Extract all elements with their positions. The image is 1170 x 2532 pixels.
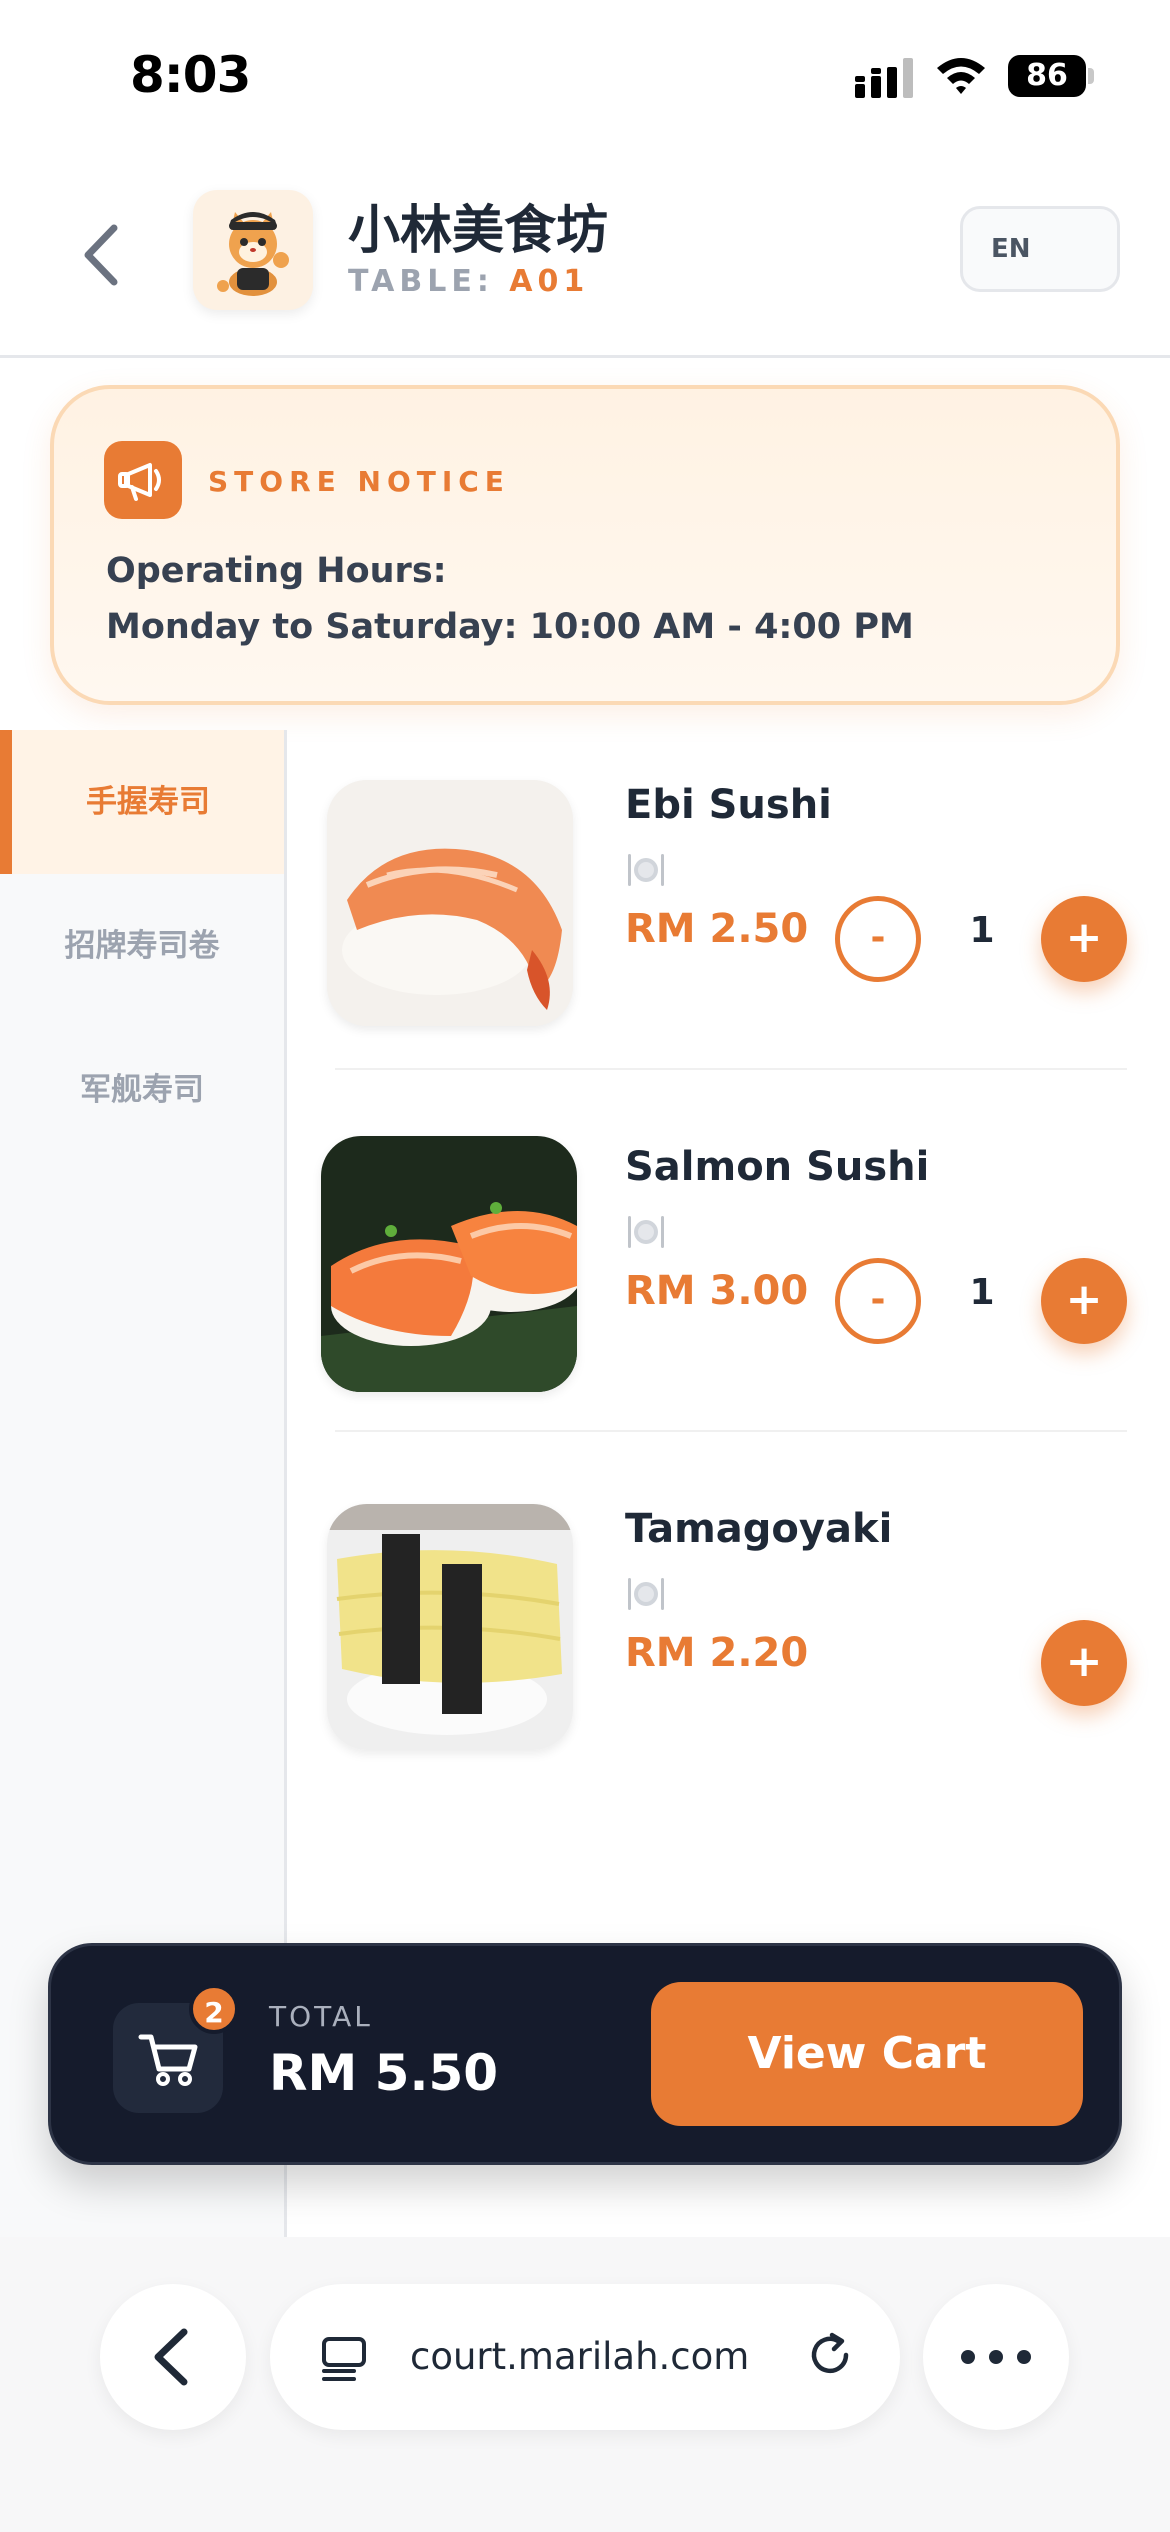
item-price: RM 3.00 [625,1268,809,1314]
status-time: 8:03 [130,46,251,104]
table-number: A01 [509,264,590,299]
add-item-button[interactable]: + [1041,1620,1127,1706]
notice-title: STORE NOTICE [208,465,510,498]
address-bar[interactable]: court.marilah.com [270,2284,900,2430]
header: 小林美食坊 TABLE: A01 EN [0,160,1170,358]
store-name: 小林美食坊 [348,201,609,261]
notice-hours-heading: Operating Hours: [106,551,447,591]
category-item-signature-rolls[interactable]: 招牌寿司卷 [0,874,284,1018]
browser-toolbar: court.marilah.com [0,2237,1170,2532]
item-name: Tamagoyaki [625,1506,893,1552]
item-price: RM 2.20 [625,1630,809,1676]
item-image-tamagoyaki [327,1504,573,1750]
item-image-salmon-sushi [321,1136,577,1392]
menu-item: Ebi Sushi RM 2.50 - 1 + [327,730,1127,1092]
reload-icon[interactable] [802,2327,862,2387]
category-item-gunkan[interactable]: 军舰寿司 [0,1018,284,1162]
more-icon [961,2350,1031,2364]
item-price: RM 2.50 [625,906,809,952]
item-quantity: 1 [969,910,995,951]
battery-icon: 86 [1008,55,1094,97]
table-label: TABLE: [348,264,494,299]
store-notice-card: STORE NOTICE Operating Hours: Monday to … [50,385,1120,705]
browser-back-button[interactable] [100,2284,246,2430]
status-bar: 8:03 86 [0,0,1170,150]
signal-icon [855,58,913,98]
utensils-icon [628,1216,664,1248]
notice-hours-text: Monday to Saturday: 10:00 AM - 4:00 PM [106,607,914,647]
category-item-handroll[interactable]: 手握寿司 [0,730,284,874]
tabs-icon [322,2337,366,2381]
utensils-icon [628,854,664,886]
menu-item: Salmon Sushi RM 3.00 - 1 + [321,1092,1127,1454]
decrease-quantity-button[interactable]: - [835,1258,921,1344]
battery-tip [1088,68,1094,84]
megaphone-icon [104,441,182,519]
item-image-ebi-sushi [327,780,573,1026]
item-quantity: 1 [969,1272,995,1313]
cart-summary-bar: 2 TOTAL RM 5.50 View Cart [48,1943,1122,2165]
back-chevron-icon[interactable] [78,220,124,290]
total-amount: RM 5.50 [269,2044,499,2102]
increase-quantity-button[interactable]: + [1041,1258,1127,1344]
utensils-icon [628,1578,664,1610]
cart-count-badge: 2 [189,1984,239,2034]
decrease-quantity-button[interactable]: - [835,896,921,982]
item-name: Ebi Sushi [625,782,832,828]
menu-page: 8:03 86 小林美食坊 TABLE: A01 EN STORE NOTICE… [0,0,1170,2532]
item-name: Salmon Sushi [625,1144,930,1190]
url-text: court.marilah.com [410,2335,750,2378]
total-label: TOTAL [269,2000,373,2033]
increase-quantity-button[interactable]: + [1041,896,1127,982]
view-cart-button[interactable]: View Cart [651,1982,1083,2126]
item-divider [335,1068,1127,1070]
more-options-button[interactable] [923,2284,1069,2430]
back-chevron-icon [154,2328,188,2386]
language-button[interactable]: EN [960,206,1120,292]
store-logo [193,190,313,310]
menu-item: Tamagoyaki RM 2.20 + [327,1454,1127,1816]
battery-level: 86 [1008,55,1086,97]
table-indicator: TABLE: A01 [348,264,589,299]
wifi-icon [937,58,985,94]
cat-mascot-icon [217,212,289,296]
item-divider [335,1430,1127,1432]
